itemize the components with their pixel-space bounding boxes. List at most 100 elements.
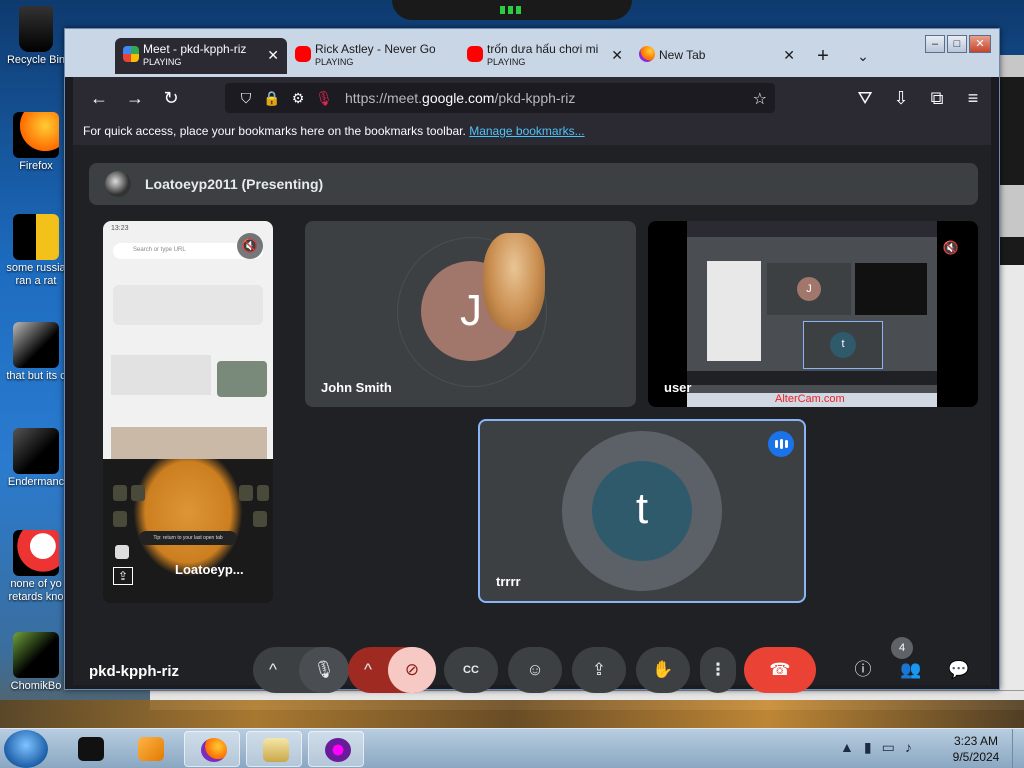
more-vert-icon: ⋮	[709, 660, 727, 679]
forward-button[interactable]: →	[117, 82, 153, 114]
keyboard-key	[257, 485, 269, 501]
meeting-details-button[interactable]: ⓘ	[843, 647, 883, 693]
taskbar-item-terminal[interactable]	[62, 731, 118, 767]
top-drop-gadget	[392, 0, 632, 20]
presenting-bar[interactable]: Loatoeyp2011 (Presenting)	[89, 163, 978, 205]
captions-button[interactable]: CC	[444, 647, 498, 693]
reactions-button[interactable]: ☺	[508, 647, 562, 693]
meet-page: Loatoeyp2011 (Presenting) 13:23 Search o…	[73, 145, 991, 693]
present-screen-icon: ⇪	[591, 660, 607, 679]
meeting-code: pkd-kpph-riz	[89, 663, 179, 680]
desktop-icon-label: some russia ran a rat	[6, 262, 66, 287]
participant-tile-john-smith[interactable]: J John Smith	[305, 221, 636, 407]
nested-phone-tile	[707, 261, 761, 361]
keyboard-key	[113, 511, 127, 527]
maximize-button[interactable]: □	[947, 35, 967, 53]
desktop-icon-recycle-bin[interactable]: Recycle Bin	[2, 6, 70, 67]
volume-icon[interactable]: ♪	[905, 739, 912, 756]
start-button[interactable]	[4, 730, 48, 768]
meet-favicon-icon	[123, 46, 139, 62]
taskbar-item-app[interactable]	[308, 731, 364, 767]
taskbar-item-explorer[interactable]	[246, 731, 302, 767]
bookmark-star-icon[interactable]: ☆	[753, 89, 767, 109]
tab-tron-dua-hau[interactable]: trốn dưa hấu chơi mi PLAYING ✕	[459, 38, 631, 74]
meeting-controls: pkd-kpph-riz ^ 🎙 ^ ⊘ CC ☺ ⇪ ✋ ⋮ ☎ ⓘ 👥 4 …	[73, 637, 991, 697]
lock-icon[interactable]: 🔒	[259, 90, 285, 107]
desktop-icon-label: Firefox	[19, 160, 53, 172]
firefox-icon	[13, 112, 59, 158]
microphone-permission-icon[interactable]: 🎙	[311, 90, 337, 107]
desktop-icon-none-of-you[interactable]: none of yo retards kno	[2, 530, 70, 604]
raise-hand-button[interactable]: ✋	[636, 647, 690, 693]
address-bar[interactable]: ⛉ 🔒 ⚙ 🎙 https://meet.google.com/pkd-kpph…	[225, 83, 775, 113]
tab-new-tab[interactable]: New Tab ✕	[631, 38, 803, 74]
tray-expand-icon[interactable]: ▲	[840, 739, 854, 756]
url-text[interactable]: https://meet.google.com/pkd-kpph-riz	[345, 90, 575, 106]
desktop-icon-russia-rat[interactable]: some russia ran a rat	[2, 214, 70, 288]
background-window-part	[1000, 265, 1024, 705]
presenter-label: Loatoeyp2011 (Presenting)	[145, 176, 324, 192]
new-tab-button[interactable]: +	[803, 45, 843, 68]
tab-playing-status: PLAYING	[315, 57, 354, 67]
tray-app-icon[interactable]: ▮	[864, 739, 872, 756]
participant-tile-user[interactable]: J t AlterCam.com 🔇 user	[648, 221, 978, 407]
permissions-icon[interactable]: ⚙	[285, 90, 311, 107]
microphone-button[interactable]: 🎙	[299, 647, 349, 693]
reload-button[interactable]: ↻	[153, 82, 189, 114]
tab-close-icon[interactable]: ✕	[783, 47, 795, 64]
desktop-icon-chomikbox[interactable]: ChomikBo	[2, 632, 70, 693]
taskbar-item-firefox[interactable]	[184, 731, 240, 767]
downloads-icon[interactable]: ⇩	[883, 82, 919, 114]
close-window-button[interactable]: ✕	[969, 35, 991, 53]
pocket-icon[interactable]: ⛛	[847, 82, 883, 114]
show-desktop-button[interactable]	[1012, 729, 1024, 768]
minimize-button[interactable]: –	[925, 35, 945, 53]
network-icon[interactable]: ▭	[882, 739, 895, 756]
menu-icon[interactable]: ≡	[955, 82, 991, 114]
share-icon[interactable]: ⇪	[113, 567, 133, 585]
keyboard-key	[239, 485, 253, 501]
bookmarks-toolbar: For quick access, place your bookmarks h…	[73, 119, 991, 145]
desktop-icon-firefox[interactable]: Firefox	[2, 112, 70, 173]
presenter-avatar	[105, 171, 131, 197]
hang-up-icon: ☎	[769, 660, 791, 679]
phone-hint-toast: Tip: return to your last open tab	[139, 531, 237, 545]
shield-icon[interactable]: ⛉	[233, 90, 259, 107]
tab-rick-astley[interactable]: Rick Astley - Never Go PLAYING	[287, 38, 459, 74]
leave-call-button[interactable]: ☎	[744, 647, 816, 693]
tab-meet[interactable]: Meet - pkd-kpph-riz PLAYING ✕	[115, 38, 287, 74]
desktop-icon-label: Endermanc	[7, 476, 65, 488]
taskbar-clock[interactable]: 3:23 AM 9/5/2024	[936, 733, 1016, 765]
phone-story-text	[111, 355, 211, 395]
chat-icon: 💬	[948, 660, 970, 679]
desktop-icon-that-but[interactable]: that but its c	[2, 322, 70, 383]
extensions-icon[interactable]: ⧉	[919, 82, 955, 114]
desktop-icon-endermanc[interactable]: Endermanc	[2, 428, 70, 489]
info-icon: ⓘ	[854, 660, 872, 679]
terminal-icon	[78, 737, 104, 761]
recycle-bin-icon	[19, 6, 53, 52]
cat-overlay-image	[133, 459, 243, 577]
tab-close-icon[interactable]: ✕	[267, 47, 279, 64]
participant-tile-trrrr[interactable]: t trrrr	[478, 419, 806, 603]
speaking-indicator-icon	[768, 431, 794, 457]
manage-bookmarks-link[interactable]: Manage bookmarks...	[469, 124, 584, 138]
list-all-tabs-button[interactable]: ⌄	[843, 48, 883, 65]
participant-name: John Smith	[321, 380, 392, 395]
emoji-icon: ☺	[526, 660, 544, 679]
pin-icon[interactable]	[115, 545, 129, 559]
participant-tile-loatoeyp[interactable]: 13:23 Search or type URL 🔇 Tip: return t…	[103, 221, 273, 603]
more-options-button[interactable]: ⋮	[700, 647, 736, 693]
chat-button[interactable]: 💬	[939, 647, 979, 693]
nested-browser-bar	[687, 221, 937, 237]
back-button[interactable]: ←	[81, 82, 117, 114]
people-icon: 👥	[900, 660, 922, 679]
mask-app-icon	[325, 738, 351, 762]
camera-off-button[interactable]: ⊘	[388, 647, 436, 693]
keyboard-key	[253, 511, 267, 527]
tab-title: Meet - pkd-kpph-riz	[143, 42, 247, 56]
tab-close-icon[interactable]: ✕	[611, 47, 623, 64]
browser-window: Meet - pkd-kpph-riz PLAYING ✕ Rick Astle…	[64, 28, 1000, 693]
present-now-button[interactable]: ⇪	[572, 647, 626, 693]
taskbar-item-media-player[interactable]	[122, 731, 178, 767]
